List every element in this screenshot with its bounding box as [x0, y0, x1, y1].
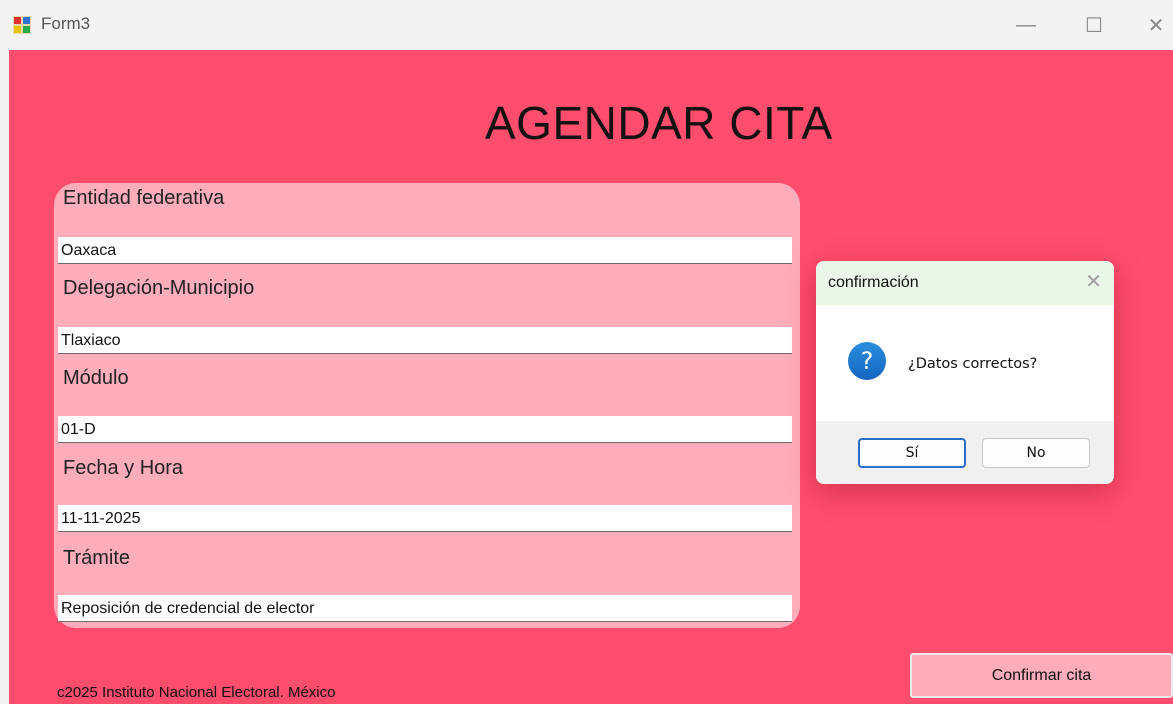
tramite-label: Trámite [63, 547, 131, 569]
dialog-message: ¿Datos correctos? [908, 356, 1038, 372]
confirm-appointment-label: Confirmar cita [991, 666, 1092, 684]
modulo-label: Módulo [63, 367, 129, 389]
municipio-field[interactable] [58, 327, 792, 354]
title-bar[interactable]: Form3 — ☐ ✕ [0, 0, 1173, 50]
municipio-label: Delegación-Municipio [63, 277, 255, 299]
tramite-field[interactable] [58, 595, 792, 622]
minimize-button[interactable]: — [996, 0, 1056, 50]
entidad-field[interactable] [58, 237, 792, 264]
close-button[interactable]: ✕ [1126, 0, 1173, 50]
no-button[interactable]: No [982, 438, 1090, 468]
form3-window: Form3 — ☐ ✕ AGENDAR CITA Entidad federat… [0, 0, 1173, 704]
window-title: Form3 [41, 14, 91, 33]
maximize-icon: ☐ [1085, 14, 1103, 37]
fecha-hora-field[interactable] [58, 505, 792, 532]
page-title: AGENDAR CITA [485, 97, 833, 149]
svg-text:?: ? [861, 347, 874, 375]
fecha-hora-label: Fecha y Hora [63, 457, 184, 479]
dialog-close-icon[interactable]: ✕ [1085, 271, 1102, 293]
question-icon: ? [848, 342, 886, 380]
maximize-button[interactable]: ☐ [1064, 0, 1124, 50]
appointment-panel: Entidad federativa Delegación-Municipio … [54, 183, 800, 628]
dialog-body: ? ¿Datos correctos? [816, 305, 1114, 421]
modulo-field[interactable] [58, 416, 792, 443]
confirm-appointment-button[interactable]: Confirmar cita [910, 653, 1173, 698]
close-icon: ✕ [1147, 14, 1165, 37]
minimize-icon: — [1016, 13, 1036, 36]
copyright-footer: c2025 Instituto Nacional Electoral. Méxi… [57, 684, 336, 701]
windows-form-icon [13, 16, 31, 34]
dialog-title: confirmación [828, 274, 919, 291]
dialog-button-bar: Sí No [816, 421, 1114, 484]
dialog-title-bar[interactable]: confirmación ✕ [816, 261, 1114, 305]
confirmation-dialog: confirmación ✕ ? ¿Datos correctos? Sí No [816, 261, 1114, 484]
yes-button[interactable]: Sí [858, 438, 966, 468]
entidad-label: Entidad federativa [63, 187, 225, 209]
